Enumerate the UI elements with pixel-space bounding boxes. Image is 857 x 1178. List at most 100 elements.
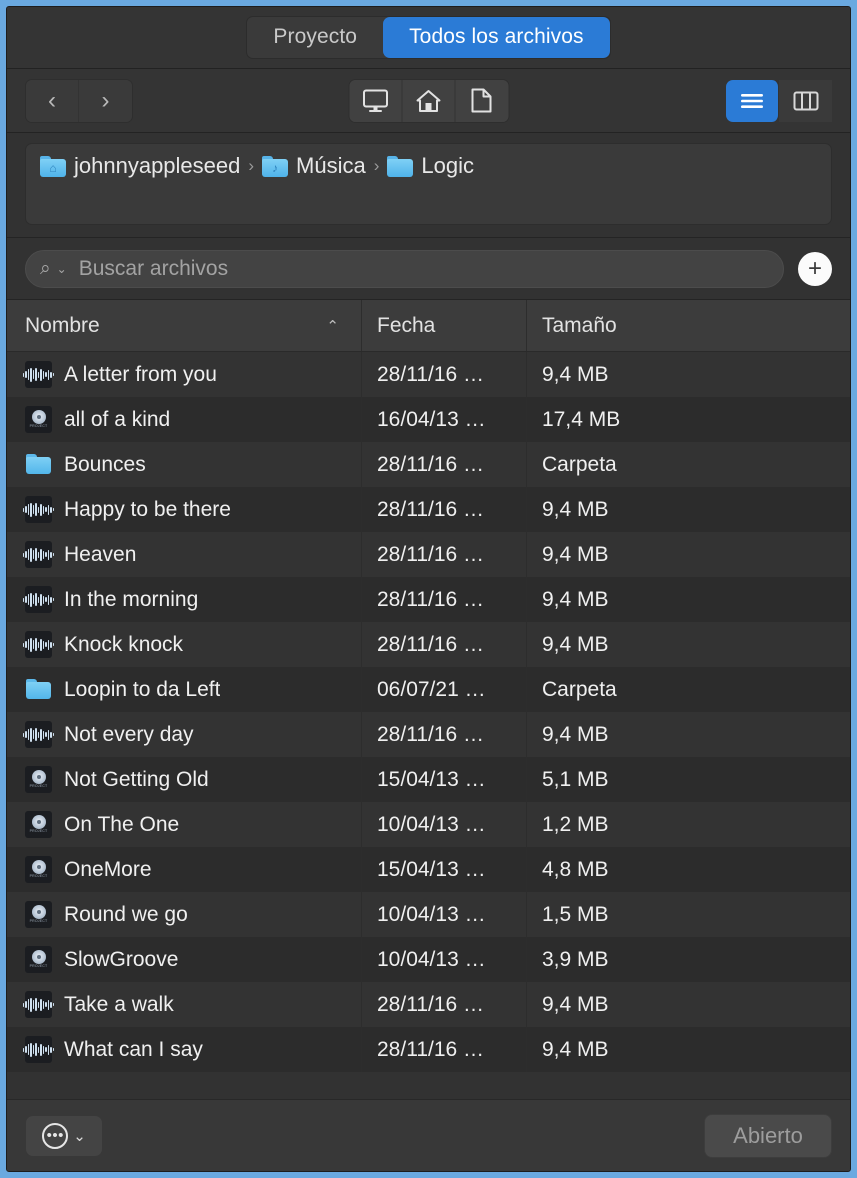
table-body: A letter from you28/11/16 …9,4 MBPROJECT… xyxy=(7,352,850,1072)
table-row[interactable]: PROJECTRound we go10/04/13 …1,5 MB xyxy=(7,892,850,937)
home-icon xyxy=(415,89,441,113)
cell-date: 15/04/13 … xyxy=(362,847,527,892)
cell-date: 15/04/13 … xyxy=(362,757,527,802)
music-folder-icon: ♪ xyxy=(262,156,288,177)
table-row[interactable]: Bounces28/11/16 …Carpeta xyxy=(7,442,850,487)
home-folder-icon: ⌂ xyxy=(40,156,66,177)
table-row[interactable]: PROJECTNot Getting Old15/04/13 …5,1 MB xyxy=(7,757,850,802)
search-input[interactable]: ⌕ ⌄ Buscar archivos xyxy=(25,250,784,288)
table-row[interactable]: PROJECTall of a kind16/04/13 …17,4 MB xyxy=(7,397,850,442)
cell-name: PROJECTOneMore xyxy=(7,847,362,892)
file-date: 28/11/16 … xyxy=(377,723,484,747)
table-row[interactable]: Heaven28/11/16 …9,4 MB xyxy=(7,532,850,577)
logic-project-icon: PROJECT xyxy=(25,766,52,793)
file-size: 1,2 MB xyxy=(542,813,609,837)
cell-name: PROJECTOn The One xyxy=(7,802,362,847)
tab-proyecto-label: Proyecto xyxy=(273,25,357,48)
list-view-button[interactable] xyxy=(726,80,779,122)
column-header-nombre[interactable]: Nombre ⌃ xyxy=(7,300,362,351)
cell-name: PROJECTall of a kind xyxy=(7,397,362,442)
table-row[interactable]: Happy to be there28/11/16 …9,4 MB xyxy=(7,487,850,532)
toolbar: ‹ › xyxy=(7,69,850,133)
file-name: Not every day xyxy=(64,723,194,747)
desktop-icon xyxy=(362,89,388,113)
table-row[interactable]: PROJECTOn The One10/04/13 …1,2 MB xyxy=(7,802,850,847)
view-mode-group xyxy=(726,80,832,122)
file-list: Nombre ⌃ Fecha Tamaño A letter from you2… xyxy=(7,300,850,1099)
table-row[interactable]: PROJECT SlowGroove 10/04/13 … 3,9 MB xyxy=(7,937,850,982)
desktop-location-button[interactable] xyxy=(349,80,402,122)
cell-date: 28/11/16 … xyxy=(362,577,527,622)
table-row[interactable]: What can I say 28/11/16 … 9,4 MB xyxy=(7,1027,850,1072)
breadcrumb-item-home[interactable]: ⌂ johnnyappleseed xyxy=(40,153,240,179)
add-button[interactable]: + xyxy=(798,252,832,286)
chevron-right-icon: › xyxy=(102,89,110,113)
logic-project-icon: PROJECT xyxy=(25,946,52,973)
column-view-button[interactable] xyxy=(779,80,832,122)
file-size: 9,4 MB xyxy=(542,993,609,1017)
column-header-tamano[interactable]: Tamaño xyxy=(527,300,850,351)
audio-file-icon xyxy=(25,496,52,523)
file-name: all of a kind xyxy=(64,408,170,432)
logic-project-icon: PROJECT xyxy=(25,811,52,838)
cell-name: Knock knock xyxy=(7,622,362,667)
file-name: SlowGroove xyxy=(64,948,178,972)
cell-date: 28/11/16 … xyxy=(362,712,527,757)
file-size: 9,4 MB xyxy=(542,1038,609,1062)
table-row[interactable]: In the morning 28/11/16 …9,4 MB xyxy=(7,577,850,622)
cell-name: PROJECT Not Getting Old xyxy=(7,757,362,802)
action-menu-button[interactable]: ••• ⌄ xyxy=(25,1115,103,1157)
breadcrumb: ⌂ johnnyappleseed › ♪ Música › xyxy=(40,153,817,179)
file-name: Heaven xyxy=(64,543,136,567)
file-size: 3,9 MB xyxy=(542,948,609,972)
open-button[interactable]: Abierto xyxy=(704,1114,832,1158)
file-date: 28/11/16 … xyxy=(377,1038,484,1062)
file-name: In the morning xyxy=(64,588,198,612)
table-row[interactable]: PROJECTOneMore15/04/13 …4,8 MB xyxy=(7,847,850,892)
cell-date: 10/04/13 … xyxy=(362,892,527,937)
audio-file-icon xyxy=(25,361,52,388)
file-name: What can I say xyxy=(64,1038,203,1062)
breadcrumb-item-musica[interactable]: ♪ Música xyxy=(262,153,366,179)
file-browser-window: Proyecto Todos los archivos ‹ › xyxy=(6,6,851,1172)
breadcrumb-label: Logic xyxy=(421,153,474,179)
tab-todos-los-archivos-label: Todos los archivos xyxy=(409,25,584,48)
file-date: 16/04/13 … xyxy=(377,408,486,432)
list-view-icon xyxy=(739,92,765,110)
audio-file-icon xyxy=(25,991,52,1018)
cell-size: 9,4 MB xyxy=(527,982,850,1027)
column-header-label: Tamaño xyxy=(542,314,617,338)
file-date: 15/04/13 … xyxy=(377,858,486,882)
forward-button[interactable]: › xyxy=(79,80,132,122)
cell-name: Bounces xyxy=(7,442,362,487)
cell-date: 28/11/16 … xyxy=(362,982,527,1027)
cell-size: 9,4 MB xyxy=(527,577,850,622)
table-row[interactable]: Take a walk28/11/16 … 9,4 MB xyxy=(7,982,850,1027)
document-location-button[interactable] xyxy=(455,80,508,122)
tab-todos-los-archivos[interactable]: Todos los archivos xyxy=(383,17,610,57)
back-button[interactable]: ‹ xyxy=(26,80,79,122)
file-date: 28/11/16 … xyxy=(377,543,484,567)
table-row[interactable]: Loopin to da Left06/07/21 …Carpeta xyxy=(7,667,850,712)
home-location-button[interactable] xyxy=(402,80,455,122)
folder-icon xyxy=(25,451,52,478)
cell-name: Take a walk xyxy=(7,982,362,1027)
file-size: Carpeta xyxy=(542,453,617,477)
table-row[interactable]: Not every day28/11/16 …9,4 MB xyxy=(7,712,850,757)
file-name: Not Getting Old xyxy=(64,768,209,792)
cell-name: What can I say xyxy=(7,1027,362,1072)
cell-date: 28/11/16 … xyxy=(362,1027,527,1072)
breadcrumb-item-logic[interactable]: Logic xyxy=(387,153,474,179)
file-size: 9,4 MB xyxy=(542,498,609,522)
cell-name: Heaven xyxy=(7,532,362,577)
table-row[interactable]: Knock knock28/11/16 …9,4 MB xyxy=(7,622,850,667)
table-row[interactable]: A letter from you28/11/16 …9,4 MB xyxy=(7,352,850,397)
breadcrumb-label: johnnyappleseed xyxy=(74,153,240,179)
file-size: 9,4 MB xyxy=(542,633,609,657)
cell-name: In the morning xyxy=(7,577,362,622)
audio-file-icon xyxy=(25,541,52,568)
tab-proyecto[interactable]: Proyecto xyxy=(247,17,383,57)
file-date: 28/11/16 … xyxy=(377,363,484,387)
file-date: 10/04/13 … xyxy=(377,948,486,972)
column-header-fecha[interactable]: Fecha xyxy=(362,300,527,351)
